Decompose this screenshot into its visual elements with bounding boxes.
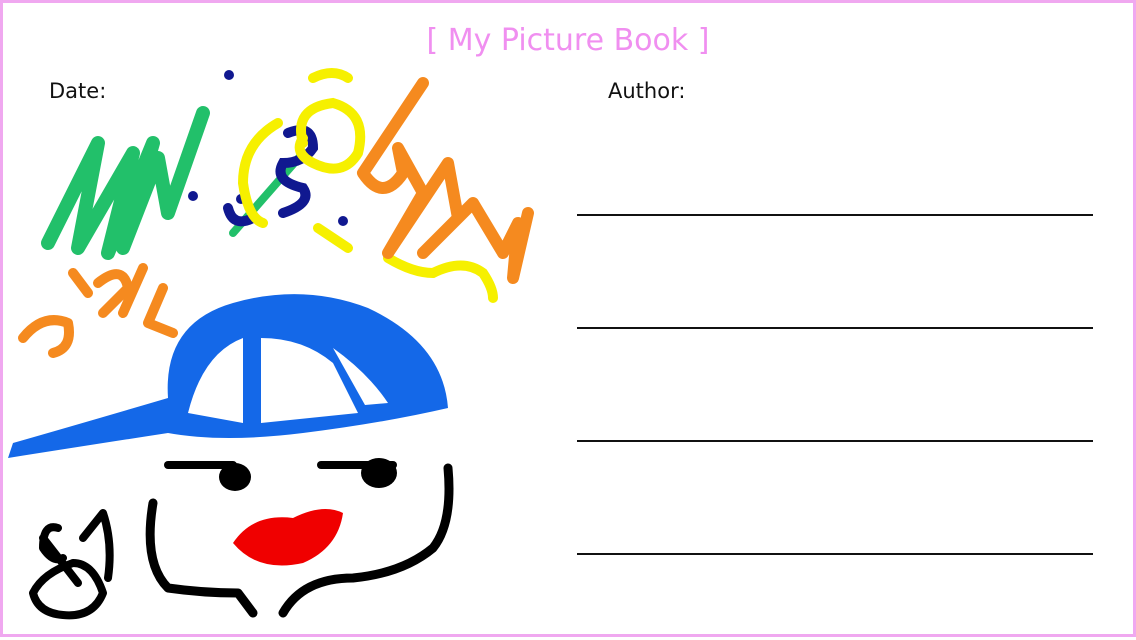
navy-dot (338, 216, 348, 226)
writing-line-4[interactable] (577, 553, 1093, 555)
author-label: Author: (608, 79, 686, 103)
writing-line-1[interactable] (577, 214, 1093, 216)
orange-scribble (357, 77, 534, 284)
navy-dot (188, 191, 198, 201)
green-scribble (41, 106, 210, 260)
left-eye (219, 463, 251, 491)
writing-line-3[interactable] (577, 440, 1093, 442)
peace-hand (29, 509, 114, 620)
right-eye (361, 458, 397, 488)
picture-book-page: [ My Picture Book ] Date: Author: (0, 0, 1136, 637)
navy-dot (224, 70, 234, 80)
orange-scribble-left (18, 263, 178, 358)
red-mouth (233, 509, 343, 566)
drawing-canvas[interactable] (3, 3, 563, 640)
writing-line-2[interactable] (577, 327, 1093, 329)
